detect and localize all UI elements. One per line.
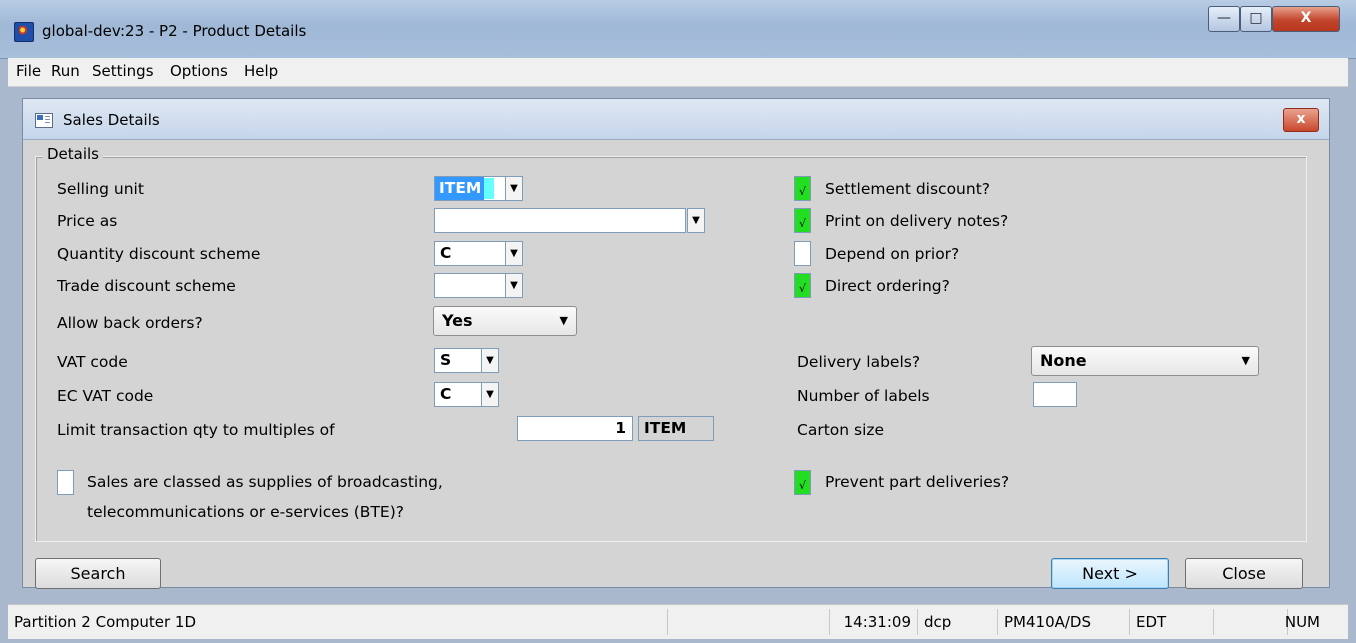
menu-run[interactable]: Run <box>51 62 80 80</box>
price-as-label: Price as <box>57 212 118 230</box>
status-time: 14:31:09 <box>830 609 918 635</box>
selling-unit-label: Selling unit <box>57 180 144 198</box>
bte-label-line1: Sales are classed as supplies of broadca… <box>87 473 443 491</box>
bte-label-line2: telecommunications or e-services (BTE)? <box>87 503 404 521</box>
allow-back-orders-label: Allow back orders? <box>57 314 203 332</box>
details-group-title: Details <box>43 145 104 163</box>
maximize-button[interactable]: □ <box>1240 6 1272 32</box>
allow-back-orders-value: Yes <box>442 311 473 330</box>
window-titlebar[interactable]: global-dev:23 - P2 - Product Details — □… <box>0 0 1356 59</box>
dialog-content: Details Selling unit Price as Quantity d… <box>23 140 1329 589</box>
menu-settings[interactable]: Settings <box>92 62 154 80</box>
menu-help[interactable]: Help <box>244 62 278 80</box>
settlement-discount-label: Settlement discount? <box>825 180 991 198</box>
minimize-button[interactable]: — <box>1208 6 1240 32</box>
ec-vat-code-dropdown-icon[interactable]: ▼ <box>481 382 499 407</box>
settlement-discount-checkbox[interactable]: √ <box>794 176 811 201</box>
price-as-dropdown-icon[interactable]: ▼ <box>687 208 705 233</box>
print-on-delivery-checkbox[interactable]: √ <box>794 208 811 233</box>
carton-size-label: Carton size <box>797 421 885 439</box>
depend-on-prior-label: Depend on prior? <box>825 245 960 263</box>
limit-qty-unit: ITEM <box>638 416 714 441</box>
ec-vat-code-label: EC VAT code <box>57 387 154 405</box>
close-window-button[interactable]: X <box>1272 6 1340 32</box>
chevron-down-icon: ▼ <box>1241 354 1250 367</box>
status-num: NUM <box>1284 613 1320 631</box>
quantity-discount-dropdown-icon[interactable]: ▼ <box>505 241 523 266</box>
status-partition: Partition 2 Computer 1D <box>8 609 668 635</box>
bte-checkbox[interactable] <box>57 470 74 495</box>
selling-unit-field[interactable]: ITEM <box>434 176 506 201</box>
status-user: dcp <box>918 609 998 635</box>
search-button[interactable]: Search <box>35 558 161 589</box>
limit-qty-field[interactable]: 1 <box>517 416 633 441</box>
menu-bar: File Run Settings Options Help <box>8 58 1348 87</box>
selling-unit-dropdown-icon[interactable]: ▼ <box>505 176 523 201</box>
depend-on-prior-checkbox[interactable] <box>794 241 811 266</box>
direct-ordering-label: Direct ordering? <box>825 277 950 295</box>
vat-code-label: VAT code <box>57 353 128 371</box>
status-bar: Partition 2 Computer 1D 14:31:09 dcp PM4… <box>8 604 1348 639</box>
app-icon <box>14 22 34 42</box>
price-as-field[interactable] <box>434 208 686 233</box>
chevron-down-icon: ▼ <box>559 314 568 327</box>
print-on-delivery-label: Print on delivery notes? <box>825 212 1009 230</box>
status-program: PM410A/DS <box>998 609 1130 635</box>
limit-qty-label: Limit transaction qty to multiples of <box>57 421 335 439</box>
dialog-titlebar: Sales Details x <box>23 99 1329 140</box>
menu-file[interactable]: File <box>16 62 41 80</box>
number-of-labels-field[interactable] <box>1033 382 1077 407</box>
dialog-close-button[interactable]: x <box>1283 108 1319 132</box>
allow-back-orders-select[interactable]: Yes ▼ <box>433 306 577 336</box>
vat-code-field[interactable]: S <box>434 348 482 373</box>
next-button[interactable]: Next > <box>1051 558 1169 589</box>
delivery-labels-select[interactable]: None ▼ <box>1031 346 1259 376</box>
vat-code-dropdown-icon[interactable]: ▼ <box>481 348 499 373</box>
delivery-labels-value: None <box>1040 351 1087 370</box>
dialog-title: Sales Details <box>63 111 160 129</box>
quantity-discount-label: Quantity discount scheme <box>57 245 261 263</box>
status-blank <box>668 609 830 635</box>
delivery-labels-label: Delivery labels? <box>797 353 921 371</box>
selling-unit-value: ITEM <box>435 177 485 200</box>
trade-discount-dropdown-icon[interactable]: ▼ <box>505 273 523 298</box>
ec-vat-code-field[interactable]: C <box>434 382 482 407</box>
menu-options[interactable]: Options <box>170 62 228 80</box>
status-mode: EDT <box>1130 609 1214 635</box>
direct-ordering-checkbox[interactable]: √ <box>794 273 811 298</box>
prevent-part-deliveries-checkbox[interactable]: √ <box>794 470 811 495</box>
sales-details-dialog: Sales Details x Details Selling unit Pri… <box>22 98 1330 589</box>
trade-discount-label: Trade discount scheme <box>57 277 236 295</box>
form-icon <box>35 113 53 128</box>
quantity-discount-field[interactable]: C <box>434 241 506 266</box>
number-of-labels-label: Number of labels <box>797 387 930 405</box>
prevent-part-deliveries-label: Prevent part deliveries? <box>825 473 1010 491</box>
window-title: global-dev:23 - P2 - Product Details <box>42 22 307 40</box>
trade-discount-field[interactable] <box>434 273 506 298</box>
close-button[interactable]: Close <box>1185 558 1303 589</box>
